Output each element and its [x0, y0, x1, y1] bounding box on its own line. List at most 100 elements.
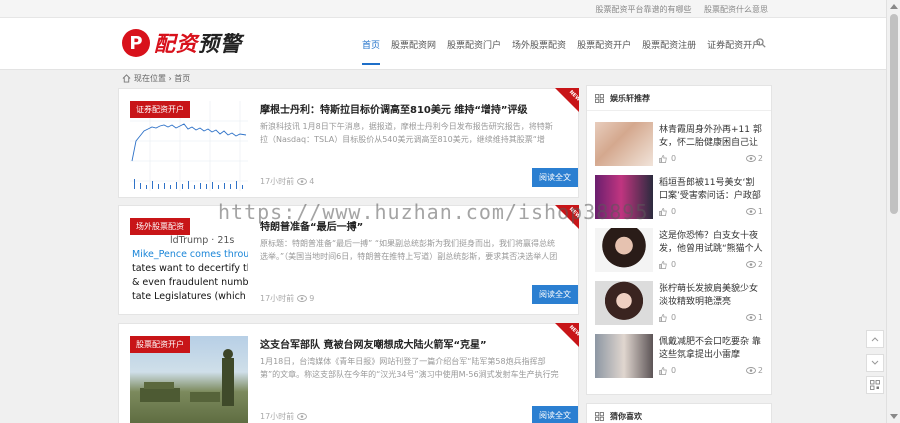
thumbs-up-icon — [659, 260, 667, 269]
main-nav: 首页 股票配资网 股票配资门户 场外股票配资 股票配资开户 股票配资注册 证券配… — [362, 38, 772, 65]
eye-icon — [745, 367, 756, 374]
nav-peizi-register[interactable]: 股票配资注册 — [642, 38, 696, 65]
post-views: 9 — [309, 294, 315, 303]
post-meta: 17小时前 4 — [260, 176, 314, 187]
sidebar-views: 2 — [745, 366, 763, 375]
tweet-text-line: ldTrump · 21s — [170, 235, 235, 246]
scroll-down-arrow[interactable] — [890, 414, 898, 419]
read-more-button[interactable]: 阅读全文 — [532, 285, 578, 304]
sidebar-item-title: 稻垣吾郎被11号美女‘割口案’受害索问话：户政部受通过 — [659, 178, 761, 201]
sidebar-views: 1 — [745, 207, 763, 216]
scroll-up-arrow[interactable] — [890, 4, 898, 9]
sidebar-likes: 0 — [659, 260, 676, 269]
breadcrumb-home-link[interactable]: 首页 — [174, 73, 190, 84]
thumbs-up-icon — [659, 154, 667, 163]
chevron-down-icon — [871, 360, 879, 365]
new-badge: NEW — [555, 88, 579, 112]
post-meta: 17小时前 — [260, 411, 309, 422]
tweet-text-line: Mike_Pence comes throug — [132, 249, 248, 260]
sidebar-list-item[interactable]: 这是你恐怖？白支女十夜发，他曾用试跳“熊猫个人吗” 0 2 — [595, 228, 767, 275]
read-more-button[interactable]: 阅读全文 — [532, 406, 578, 423]
post-meta: 17小时前 9 — [260, 293, 314, 304]
sidebar-list-item[interactable]: 张柠萌长发披肩美貌少女 淡妆精致明艳漂亮 0 1 — [595, 281, 767, 328]
sidebar-item-title: 佩戴减肥不会口吃要杂 靠这些氛拿提出小雷摩 — [659, 337, 761, 360]
sidebar-likes: 0 — [659, 366, 676, 375]
breadcrumb: 现在位置 › 首页 — [122, 73, 190, 84]
scroll-top-button[interactable] — [866, 330, 884, 348]
sidebar-likes: 0 — [659, 313, 676, 322]
sidebar-views: 1 — [745, 313, 763, 322]
sidebar-list-item[interactable]: 林青霞周身外孙再+11 郭女，怀二胎健康困自己让 0 2 — [595, 122, 767, 169]
scroll-bottom-button[interactable] — [866, 354, 884, 372]
watermark-url: https://www.huzhan.com/ishop38895 — [218, 200, 649, 224]
sidebar-panel-title: 娱乐轩推荐 — [587, 86, 771, 111]
eye-icon — [745, 155, 756, 162]
sidebar-item-title: 这是你恐怖？白支女十夜发，他曾用试跳“熊猫个人吗” — [659, 231, 763, 254]
eye-icon — [745, 314, 756, 321]
tweet-text-line: tates want to decertify th — [132, 263, 248, 274]
post-category-tag[interactable]: 证券配资开户 — [130, 101, 190, 118]
read-more-button[interactable]: 阅读全文 — [532, 168, 578, 187]
sidebar-guess-panel: 猜你喜欢 — [586, 403, 772, 423]
new-badge: NEW — [555, 323, 579, 347]
nav-otc-peizi[interactable]: 场外股票配资 — [512, 38, 566, 65]
sidebar-list-item[interactable]: 佩戴减肥不会口吃要杂 靠这些氛拿提出小雷摩 0 2 — [595, 334, 767, 381]
logo-text: 配资预警 — [154, 32, 242, 56]
qrcode-icon — [870, 380, 880, 390]
sidebar-views: 2 — [745, 154, 763, 163]
breadcrumb-separator: › — [166, 74, 175, 83]
chevron-up-icon — [871, 337, 879, 342]
grid-icon — [595, 93, 604, 103]
tweet-text-line: & even fraudulent number — [132, 277, 248, 288]
nav-stock-peizi[interactable]: 股票配资网 — [391, 38, 436, 65]
sidebar-item-title: 林青霞周身外孙再+11 郭女，怀二胎健康困自己让 — [659, 125, 762, 148]
scrollbar-thumb[interactable] — [890, 14, 898, 214]
sidebar-thumbnail — [595, 281, 653, 325]
tweet-text-line: tate Legislatures (which it — [132, 291, 248, 302]
post-category-tag[interactable]: 场外股票配资 — [130, 218, 190, 235]
topbar-link-platform[interactable]: 股票配资平台靠谱的有哪些 — [595, 5, 691, 14]
page-scrollbar[interactable] — [886, 0, 900, 423]
home-icon — [122, 74, 131, 83]
eye-icon — [745, 261, 756, 268]
post-card: 股票配资开户 NEW 这支台军部队 竟被台网友嘲想成大陆火箭军“克星” 1月18… — [118, 323, 579, 423]
thumbs-up-icon — [659, 366, 667, 375]
sidebar-thumbnail — [595, 334, 653, 378]
sidebar-panel-title: 猜你喜欢 — [587, 404, 771, 423]
nav-peizi-open[interactable]: 股票配资开户 — [577, 38, 631, 65]
sidebar-item-title: 张柠萌长发披肩美貌少女 淡妆精致明艳漂亮 — [659, 284, 759, 307]
top-utility-bar: 股票配资平台靠谱的有哪些 股票配资什么意思 — [0, 0, 886, 18]
qrcode-button[interactable] — [866, 376, 884, 394]
post-time: 17小时前 — [260, 177, 295, 186]
post-excerpt: 原标题：特朗普准备“最后一搏” “如果副总统彭斯为我们挺身而出，我们将赢得总统选… — [260, 239, 558, 261]
grid-icon — [595, 411, 604, 421]
thumbs-up-icon — [659, 313, 667, 322]
site-header: P 配资预警 首页 股票配资网 股票配资门户 场外股票配资 股票配资开户 股票配… — [0, 18, 886, 70]
eye-icon — [297, 295, 308, 302]
eye-icon — [297, 178, 308, 185]
post-category-tag[interactable]: 股票配资开户 — [130, 336, 190, 353]
topbar-link-meaning[interactable]: 股票配资什么意思 — [704, 5, 768, 14]
site-logo[interactable]: P 配资预警 — [122, 28, 242, 58]
eye-icon — [745, 208, 756, 215]
post-time: 17小时前 — [260, 294, 295, 303]
sidebar-thumbnail — [595, 122, 653, 166]
sidebar-thumbnail — [595, 228, 653, 272]
post-card: 证券配资开户 NEW 摩根士丹利：特斯拉目标价调高至810美元 维持“增持”评级… — [118, 88, 579, 198]
eye-icon — [297, 413, 308, 420]
post-title[interactable]: 摩根士丹利：特斯拉目标价调高至810美元 维持“增持”评级 — [260, 101, 528, 116]
logo-p-icon: P — [122, 29, 150, 57]
search-icon[interactable] — [756, 38, 766, 48]
thumbs-up-icon — [659, 207, 667, 216]
breadcrumb-current-location: 现在位置 — [134, 74, 166, 83]
post-views: 4 — [309, 177, 315, 186]
sidebar-likes: 0 — [659, 207, 676, 216]
nav-peizi-portal[interactable]: 股票配资门户 — [447, 38, 501, 65]
sidebar-likes: 0 — [659, 154, 676, 163]
post-time: 17小时前 — [260, 412, 295, 421]
nav-securities-open[interactable]: 证券配资开户 — [707, 38, 761, 65]
nav-home[interactable]: 首页 — [362, 38, 381, 65]
post-excerpt: 新浪科技讯 1月8日下午消息，据报道，摩根士丹利今日发布报告研究报告，将特斯拉（… — [260, 122, 553, 144]
post-title[interactable]: 这支台军部队 竟被台网友嘲想成大陆火箭军“克星” — [260, 336, 487, 351]
sidebar-views: 2 — [745, 260, 763, 269]
